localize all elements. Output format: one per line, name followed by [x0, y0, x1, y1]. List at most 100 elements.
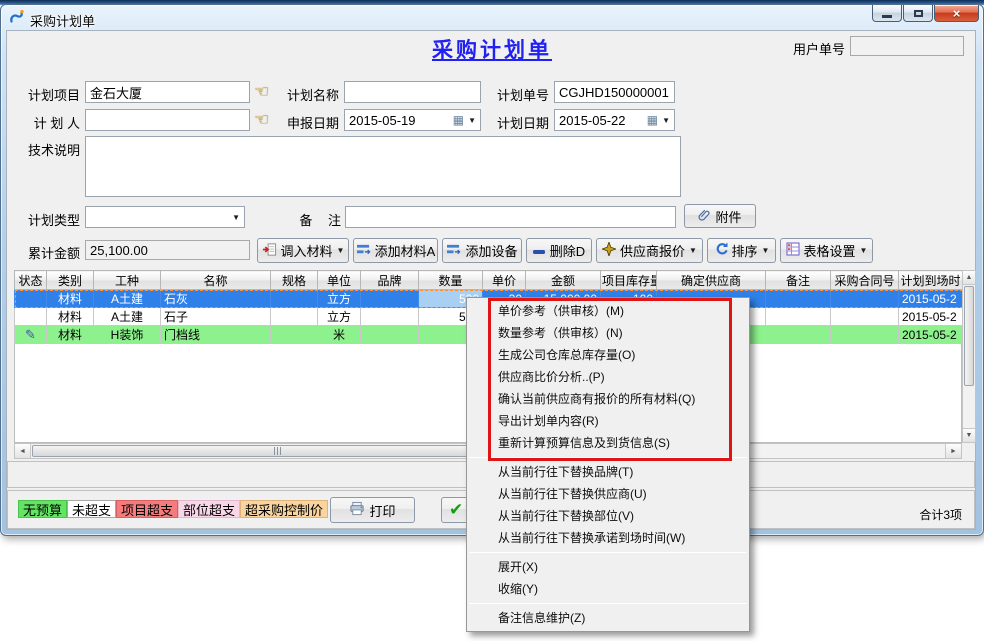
sort-button[interactable]: 排序 ▼	[707, 238, 776, 263]
menu-item-supplier-compare[interactable]: 供应商比价分析..(P)	[467, 366, 749, 388]
planner-picker-hand-icon[interactable]: ☜	[254, 111, 269, 128]
declare-date-label: 申报日期	[285, 113, 339, 132]
minimize-button[interactable]	[872, 5, 902, 22]
menu-item-export-plan[interactable]: 导出计划单内容(R)	[467, 410, 749, 432]
col-contract[interactable]: 采购合同号	[831, 271, 899, 290]
col-status[interactable]: 状态	[15, 271, 47, 290]
menu-separator	[469, 603, 747, 604]
scroll-left-icon[interactable]: ◄	[15, 444, 31, 458]
menu-item-gen-stock[interactable]: 生成公司仓库总库存量(O)	[467, 344, 749, 366]
delete-label: 删除D	[550, 241, 585, 260]
import-material-button[interactable]: 调入材料 ▼	[257, 238, 349, 263]
menu-separator	[469, 552, 747, 553]
plan-name-field[interactable]	[344, 81, 481, 103]
scroll-right-icon[interactable]: ►	[945, 444, 961, 458]
chevron-down-icon: ▼	[337, 246, 345, 255]
minimize-icon	[882, 15, 892, 18]
col-qty[interactable]: 数量	[419, 271, 483, 290]
plan-date-label: 计划日期	[495, 113, 549, 132]
plan-name-label: 计划名称	[285, 85, 339, 104]
table-settings-label: 表格设置	[804, 241, 856, 260]
paperclip-icon	[698, 208, 711, 225]
printer-icon	[349, 501, 365, 519]
vertical-scroll-thumb[interactable]	[964, 286, 974, 386]
menu-item-expand[interactable]: 展开(X)	[467, 556, 749, 578]
plan-type-select[interactable]: ▼	[85, 206, 245, 228]
col-stock[interactable]: 项目库存量	[601, 271, 657, 290]
plan-project-picker-hand-icon[interactable]: ☜	[254, 83, 269, 100]
chevron-down-icon: ▼	[689, 246, 697, 255]
col-supplier[interactable]: 确定供应商	[657, 271, 766, 290]
user-no-field[interactable]	[850, 36, 964, 56]
maximize-button[interactable]	[903, 5, 933, 22]
add-equipment-button[interactable]: 添加设备	[442, 238, 522, 263]
close-icon: ×	[953, 6, 961, 21]
remark-field[interactable]	[345, 206, 676, 228]
plan-project-field[interactable]: 金石大厦	[85, 81, 250, 103]
col-spec[interactable]: 规格	[271, 271, 318, 290]
menu-item-recalc-budget[interactable]: 重新计算预算信息及到货信息(S)	[467, 432, 749, 454]
menu-item-replace-supplier[interactable]: 从当前行往下替换供应商(U)	[467, 483, 749, 505]
window-logo-icon	[9, 9, 25, 25]
menu-item-confirm-quoted[interactable]: 确认当前供应商有报价的所有材料(Q)	[467, 388, 749, 410]
planner-field[interactable]	[85, 109, 250, 131]
col-remark[interactable]: 备注	[766, 271, 831, 290]
window-controls: ×	[872, 5, 979, 22]
total-count: 合计3项	[870, 506, 962, 523]
close-button[interactable]: ×	[934, 5, 979, 22]
menu-item-collapse[interactable]: 收缩(Y)	[467, 578, 749, 600]
calendar-icon[interactable]: ▦	[453, 114, 464, 126]
scroll-up-icon[interactable]: ▲	[963, 271, 975, 285]
attachment-button[interactable]: 附件	[684, 204, 756, 228]
plan-date-value: 2015-05-22	[559, 113, 626, 128]
add-material-button[interactable]: 添加材料A	[353, 238, 438, 263]
col-brand[interactable]: 品牌	[361, 271, 419, 290]
col-price[interactable]: 单价	[483, 271, 526, 290]
tech-note-textarea[interactable]	[85, 136, 681, 197]
vertical-scrollbar[interactable]: ▲ ▼	[962, 270, 976, 443]
horizontal-scroll-thumb[interactable]	[32, 445, 522, 457]
chevron-down-icon[interactable]: ▼	[468, 116, 476, 125]
menu-item-qty-ref[interactable]: 数量参考（供审核）(N)	[467, 322, 749, 344]
plan-project-label: 计划项目	[18, 85, 80, 104]
menu-item-price-ref[interactable]: 单价参考（供审核）(M)	[467, 300, 749, 322]
context-menu: 单价参考（供审核）(M) 数量参考（供审核）(N) 生成公司仓库总库存量(O) …	[466, 297, 750, 632]
sort-refresh-icon	[714, 242, 728, 259]
supplier-quote-label: 供应商报价	[620, 241, 685, 260]
plan-no-field[interactable]: CGJHD150000001	[554, 81, 675, 103]
col-worktype[interactable]: 工种	[94, 271, 161, 290]
legend-no-budget: 无预算	[18, 500, 67, 518]
check-icon: ✔	[449, 500, 463, 520]
print-button[interactable]: 打印	[330, 497, 415, 523]
plan-date-field[interactable]: 2015-05-22 ▦ ▼	[554, 109, 675, 131]
col-category[interactable]: 类别	[47, 271, 94, 290]
add-row-icon	[446, 243, 461, 259]
col-amount[interactable]: 金额	[526, 271, 601, 290]
calendar-icon[interactable]: ▦	[647, 114, 658, 126]
col-unit[interactable]: 单位	[318, 271, 361, 290]
menu-item-replace-part[interactable]: 从当前行往下替换部位(V)	[467, 505, 749, 527]
col-name[interactable]: 名称	[161, 271, 271, 290]
declare-date-field[interactable]: 2015-05-19 ▦ ▼	[344, 109, 481, 131]
menu-item-replace-brand[interactable]: 从当前行往下替换品牌(T)	[467, 461, 749, 483]
legend-not-over: 未超支	[67, 500, 116, 518]
table-header-row: 状态 类别 工种 名称 规格 单位 品牌 数量 单价 金额 项目库存量 确定供应…	[15, 271, 963, 290]
col-arrival[interactable]: 计划到场时	[899, 271, 963, 290]
legend-over-control-price: 超采购控制价	[240, 500, 328, 518]
supplier-quote-button[interactable]: 供应商报价 ▼	[596, 238, 703, 263]
chevron-down-icon[interactable]: ▼	[232, 213, 240, 222]
tech-note-label: 技术说明	[18, 140, 80, 159]
chevron-down-icon[interactable]: ▼	[662, 116, 670, 125]
legend-project-over: 项目超支	[116, 500, 178, 518]
add-row-icon	[356, 243, 371, 259]
menu-item-remark-maintain[interactable]: 备注信息维护(Z)	[467, 607, 749, 629]
import-material-icon	[262, 242, 277, 260]
table-settings-button[interactable]: 表格设置 ▼	[780, 238, 873, 263]
plan-no-label: 计划单号	[495, 85, 549, 104]
plan-type-label: 计划类型	[18, 210, 80, 229]
menu-item-replace-arrival[interactable]: 从当前行往下替换承诺到场时间(W)	[467, 527, 749, 549]
delete-button[interactable]: 删除D	[526, 238, 592, 263]
scroll-down-icon[interactable]: ▼	[963, 428, 975, 442]
add-equipment-label: 添加设备	[465, 241, 517, 260]
menu-separator	[469, 457, 747, 458]
